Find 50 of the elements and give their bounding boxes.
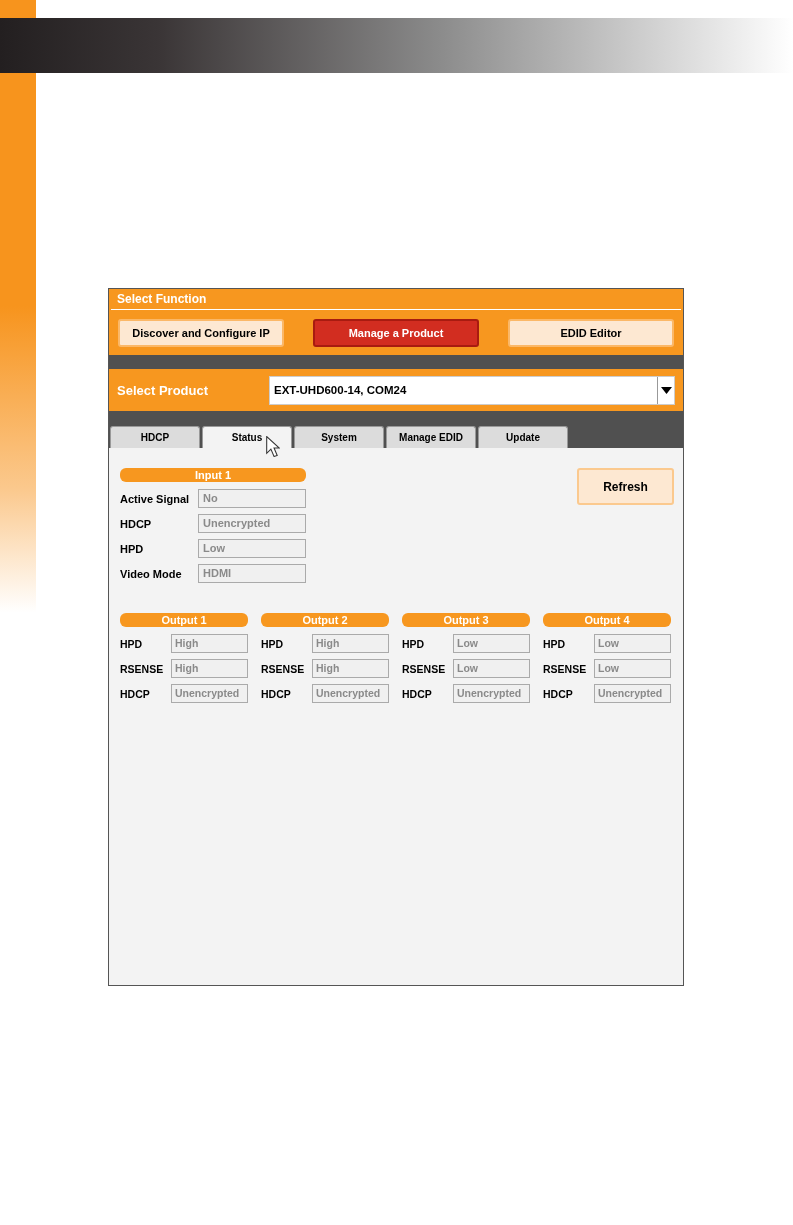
field-label: HPD [120,637,144,650]
status-field: High [171,659,248,678]
status-field: Unencrypted [594,684,671,703]
status-field: High [312,659,389,678]
tab[interactable]: HDCP [110,426,200,448]
status-field: Low [594,634,671,653]
field-label: HDCP [120,687,151,700]
field-label: RSENSE [120,662,165,675]
status-field: High [312,634,389,653]
field-label: Active Signal [120,492,191,505]
section-header: Output 4 [543,613,671,627]
panel-title: Select Function [111,291,681,310]
status-field: Unencrypted [453,684,530,703]
status-field: HDMI [198,564,306,583]
status-field: Low [453,634,530,653]
field-label: RSENSE [543,662,588,675]
field-label: RSENSE [402,662,447,675]
function-button[interactable]: Discover and Configure IP [118,319,284,347]
section-header: Output 3 [402,613,530,627]
field-label: HPD [261,637,285,650]
tab[interactable]: Manage EDID [386,426,476,448]
field-label: HPD [402,637,426,650]
field-label: HDCP [120,517,153,530]
dropdown-arrow-icon [660,386,672,394]
product-dropdown[interactable]: EXT-UHD600-14, COM24 [269,375,675,405]
field-label: HDCP [261,687,292,700]
status-field: No [198,489,306,508]
function-button[interactable]: EDID Editor [508,319,674,347]
status-field: Low [198,539,306,558]
status-field: Low [453,659,530,678]
status-field: Unencrypted [198,514,306,533]
tab[interactable]: System [294,426,384,448]
tab[interactable]: Update [478,426,568,448]
section-header: Input 1 [120,468,306,482]
status-field: High [171,634,248,653]
product-label: Select Product [117,382,210,398]
field-label: Video Mode [120,567,183,580]
field-label: RSENSE [261,662,306,675]
status-field: Unencrypted [312,684,389,703]
field-label: HDCP [402,687,433,700]
status-field: Unencrypted [171,684,248,703]
function-button[interactable]: Manage a Product [313,319,479,347]
status-field: Low [594,659,671,678]
field-label: HDCP [543,687,574,700]
tab[interactable]: Status [202,426,292,448]
field-label: HPD [543,637,567,650]
section-header: Output 2 [261,613,389,627]
field-label: HPD [120,542,145,555]
section-header: Output 1 [120,613,248,627]
refresh-button[interactable]: Refresh [577,468,674,505]
